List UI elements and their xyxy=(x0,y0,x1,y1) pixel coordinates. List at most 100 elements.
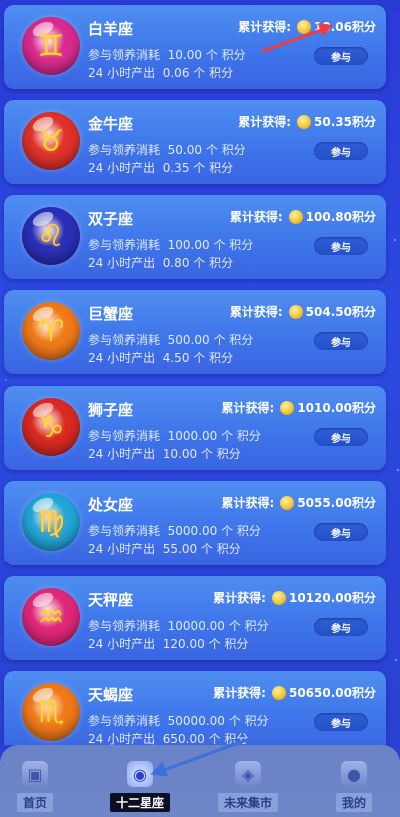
zodiac-list[interactable]: ♊ 白羊座 累计获得: 10.06积分 参与领养消耗 10.00 个 积分 24… xyxy=(0,0,400,745)
cost-value: 10.00 xyxy=(167,48,203,62)
accumulated-earned: 累计获得: 1010.00 积分 xyxy=(222,399,376,416)
tab-label: 我的 xyxy=(335,793,372,812)
cost-unit: 个 积分 xyxy=(205,48,246,62)
cost-value: 50.00 xyxy=(167,143,203,157)
cost-unit: 个 积分 xyxy=(221,429,261,443)
cost-label: 参与领养消耗 xyxy=(88,333,161,347)
accumulated-earned: 累计获得: 504.50 积分 xyxy=(230,303,376,320)
cost-label: 参与领养消耗 xyxy=(88,238,161,252)
zodiac-name: 狮子座 xyxy=(88,401,134,419)
tab-label: 首页 xyxy=(16,793,53,812)
crystal-ball-icon: ◉ xyxy=(127,761,153,787)
zodiac-sign-orb: ♊ xyxy=(22,17,80,75)
adoption-cost: 参与领养消耗 100.00 个 积分 xyxy=(88,236,253,253)
zodiac-sign-orb: ♒ xyxy=(22,588,80,646)
user-icon: ● xyxy=(341,761,367,787)
points-suffix: 积分 xyxy=(351,20,376,34)
accumulated-label: 累计获得: xyxy=(238,115,292,129)
cost-unit: 个 积分 xyxy=(221,524,261,538)
zodiac-card[interactable]: ♍ 处女座 累计获得: 5055.00 积分 参与领养消耗 5000.00 个 积… xyxy=(4,481,386,565)
cost-label: 参与领养消耗 xyxy=(88,714,161,728)
tab-item[interactable]: ● 我的 xyxy=(314,755,394,815)
cost-label: 参与领养消耗 xyxy=(88,429,161,443)
join-button[interactable]: 参与 xyxy=(314,142,368,160)
output-unit: 个 积分 xyxy=(200,447,241,461)
accumulated-earned: 累计获得: 50.35 积分 xyxy=(238,113,376,130)
zodiac-card[interactable]: ♈ 巨蟹座 累计获得: 504.50 积分 参与领养消耗 500.00 个 积分 … xyxy=(4,290,386,374)
coin-icon xyxy=(288,304,303,319)
output-label: 24 小时产出 xyxy=(88,542,156,556)
cost-label: 参与领养消耗 xyxy=(88,619,161,633)
taurus-icon: ♉ xyxy=(37,123,65,159)
cost-unit: 个 积分 xyxy=(205,143,246,157)
accumulated-value: 504.50 xyxy=(305,304,352,319)
daily-output: 24 小时产出 650.00 个 积分 xyxy=(88,730,248,745)
adoption-cost: 参与领养消耗 50000.00 个 积分 xyxy=(88,712,269,729)
join-button[interactable]: 参与 xyxy=(314,523,368,541)
zodiac-sign-orb: ♏ xyxy=(22,683,80,741)
coin-icon xyxy=(280,495,295,510)
daily-output: 24 小时产出 55.00 个 积分 xyxy=(88,540,241,557)
adoption-cost: 参与领养消耗 500.00 个 积分 xyxy=(88,331,253,348)
leo-icon: ♌ xyxy=(37,218,65,254)
zodiac-name: 巨蟹座 xyxy=(88,305,134,323)
output-value: 10.00 xyxy=(162,447,198,461)
daily-output: 24 小时产出 4.50 个 积分 xyxy=(88,349,233,366)
zodiac-card[interactable]: ♏ 天蝎座 累计获得: 50650.00 积分 参与领养消耗 50000.00 个… xyxy=(4,671,386,745)
accumulated-label: 累计获得: xyxy=(238,20,292,34)
tab-item[interactable]: ◉ 十二星座 xyxy=(100,755,180,815)
cost-value: 100.00 xyxy=(167,238,210,252)
output-value: 55.00 xyxy=(162,542,198,556)
output-value: 0.06 xyxy=(162,66,190,80)
tab-item[interactable]: ▣ 首页 xyxy=(0,755,75,815)
output-label: 24 小时产出 xyxy=(88,256,156,270)
cost-label: 参与领养消耗 xyxy=(88,143,161,157)
aries-icon: ♈ xyxy=(37,313,65,349)
accumulated-label: 累计获得: xyxy=(221,496,275,510)
accumulated-label: 累计获得: xyxy=(221,401,275,415)
output-value: 120.00 xyxy=(162,637,205,651)
zodiac-sign-orb: ♍ xyxy=(22,493,80,551)
gemini-icon: ♊ xyxy=(37,28,65,64)
join-button[interactable]: 参与 xyxy=(314,618,368,636)
tab-item[interactable]: ◈ 未来集市 xyxy=(208,755,288,815)
accumulated-value: 10120.00 xyxy=(288,590,352,605)
cost-unit: 个 积分 xyxy=(213,238,254,252)
join-button[interactable]: 参与 xyxy=(314,713,368,731)
zodiac-name: 处女座 xyxy=(88,496,134,514)
zodiac-card[interactable]: ♉ 金牛座 累计获得: 50.35 积分 参与领养消耗 50.00 个 积分 24… xyxy=(4,100,386,184)
zodiac-card[interactable]: ♑ 狮子座 累计获得: 1010.00 积分 参与领养消耗 1000.00 个 积… xyxy=(4,386,386,470)
market-icon: ◈ xyxy=(235,761,261,787)
zodiac-name: 金牛座 xyxy=(88,115,134,133)
join-button[interactable]: 参与 xyxy=(314,332,368,350)
capricorn-icon: ♑ xyxy=(37,409,65,445)
output-label: 24 小时产出 xyxy=(88,732,156,745)
join-button[interactable]: 参与 xyxy=(314,47,368,65)
daily-output: 24 小时产出 120.00 个 积分 xyxy=(88,635,248,652)
points-suffix: 积分 xyxy=(351,401,376,415)
zodiac-card[interactable]: ♌ 双子座 累计获得: 100.80 积分 参与领养消耗 100.00 个 积分 … xyxy=(4,195,386,279)
scorpio-icon: ♏ xyxy=(37,694,65,730)
output-unit: 个 积分 xyxy=(193,161,234,175)
cost-unit: 个 积分 xyxy=(213,333,254,347)
zodiac-sign-orb: ♑ xyxy=(22,398,80,456)
daily-output: 24 小时产出 0.06 个 积分 xyxy=(88,64,233,81)
tab-label: 十二星座 xyxy=(109,793,170,812)
accumulated-label: 累计获得: xyxy=(213,686,266,700)
output-label: 24 小时产出 xyxy=(88,447,156,461)
cost-value: 50000.00 xyxy=(167,714,225,728)
cost-unit: 个 积分 xyxy=(228,619,269,633)
points-suffix: 积分 xyxy=(351,686,376,700)
cost-value: 5000.00 xyxy=(167,524,218,538)
points-suffix: 积分 xyxy=(351,591,376,605)
zodiac-card[interactable]: ♒ 天秤座 累计获得: 10120.00 积分 参与领养消耗 10000.00 个… xyxy=(4,576,386,660)
zodiac-card[interactable]: ♊ 白羊座 累计获得: 10.06积分 参与领养消耗 10.00 个 积分 24… xyxy=(4,5,386,89)
points-suffix: 积分 xyxy=(351,115,376,129)
zodiac-sign-orb: ♉ xyxy=(22,112,80,170)
adoption-cost: 参与领养消耗 50.00 个 积分 xyxy=(88,141,246,158)
join-button[interactable]: 参与 xyxy=(314,237,368,255)
join-button[interactable]: 参与 xyxy=(314,428,368,446)
accumulated-value: 50650.00 xyxy=(288,685,352,700)
points-suffix: 积分 xyxy=(351,210,376,224)
accumulated-value: 50.35 xyxy=(314,114,352,129)
